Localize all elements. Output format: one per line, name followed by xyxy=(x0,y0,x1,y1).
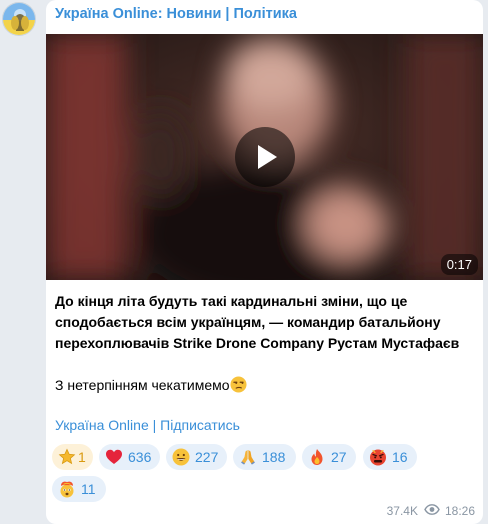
unamused-face-icon xyxy=(230,376,247,399)
post-closing-line: З нетерпінням чекатимемо xyxy=(55,375,475,399)
reaction-fire[interactable]: 27 xyxy=(302,444,356,470)
post-closing-text: З нетерпінням чекатимемо xyxy=(55,377,230,393)
message-meta: 37.4K 18:26 xyxy=(387,504,475,518)
folded-hands-icon xyxy=(239,448,257,466)
post-text: До кінця літа будуть такі кардинальні зм… xyxy=(55,291,475,399)
eye-icon xyxy=(424,504,440,518)
reaction-count: 16 xyxy=(392,449,408,465)
exploding-head-icon xyxy=(58,480,76,498)
reaction-count: 27 xyxy=(331,449,347,465)
star-icon xyxy=(58,448,76,466)
video-duration: 0:17 xyxy=(440,254,478,275)
heart-icon xyxy=(105,448,123,466)
fire-icon xyxy=(308,448,326,466)
reaction-grin[interactable]: 227 xyxy=(166,444,227,470)
reaction-star[interactable]: 1 xyxy=(52,444,93,470)
reaction-count: 1 xyxy=(78,449,86,465)
video-preview[interactable]: 0:17 xyxy=(46,34,483,280)
reaction-count: 188 xyxy=(262,449,286,465)
avatar-image xyxy=(3,3,35,35)
subscribe-link[interactable]: Україна Online | Підписатись xyxy=(55,417,240,433)
reaction-pray[interactable]: 188 xyxy=(233,444,296,470)
post-time: 18:26 xyxy=(444,504,475,518)
reaction-heart[interactable]: 636 xyxy=(99,444,160,470)
reaction-angry[interactable]: 16 xyxy=(363,444,417,470)
view-count: 37.4K xyxy=(386,504,418,518)
post-headline: До кінця літа будуть такі кардинальні зм… xyxy=(55,293,460,351)
channel-avatar[interactable] xyxy=(2,2,36,36)
reaction-exploding-head[interactable]: 11 xyxy=(52,476,106,502)
reaction-count: 227 xyxy=(195,449,219,465)
message-bubble: Україна Online: Новини | Політика 0:17 Д… xyxy=(46,0,483,524)
channel-name[interactable]: Україна Online: Новини | Політика xyxy=(55,6,297,22)
angry-face-icon xyxy=(369,448,387,466)
reaction-count: 11 xyxy=(81,481,96,497)
reaction-count: 636 xyxy=(128,449,152,465)
play-icon xyxy=(258,145,277,169)
grinning-face-icon xyxy=(172,448,190,466)
play-button[interactable] xyxy=(235,127,295,187)
